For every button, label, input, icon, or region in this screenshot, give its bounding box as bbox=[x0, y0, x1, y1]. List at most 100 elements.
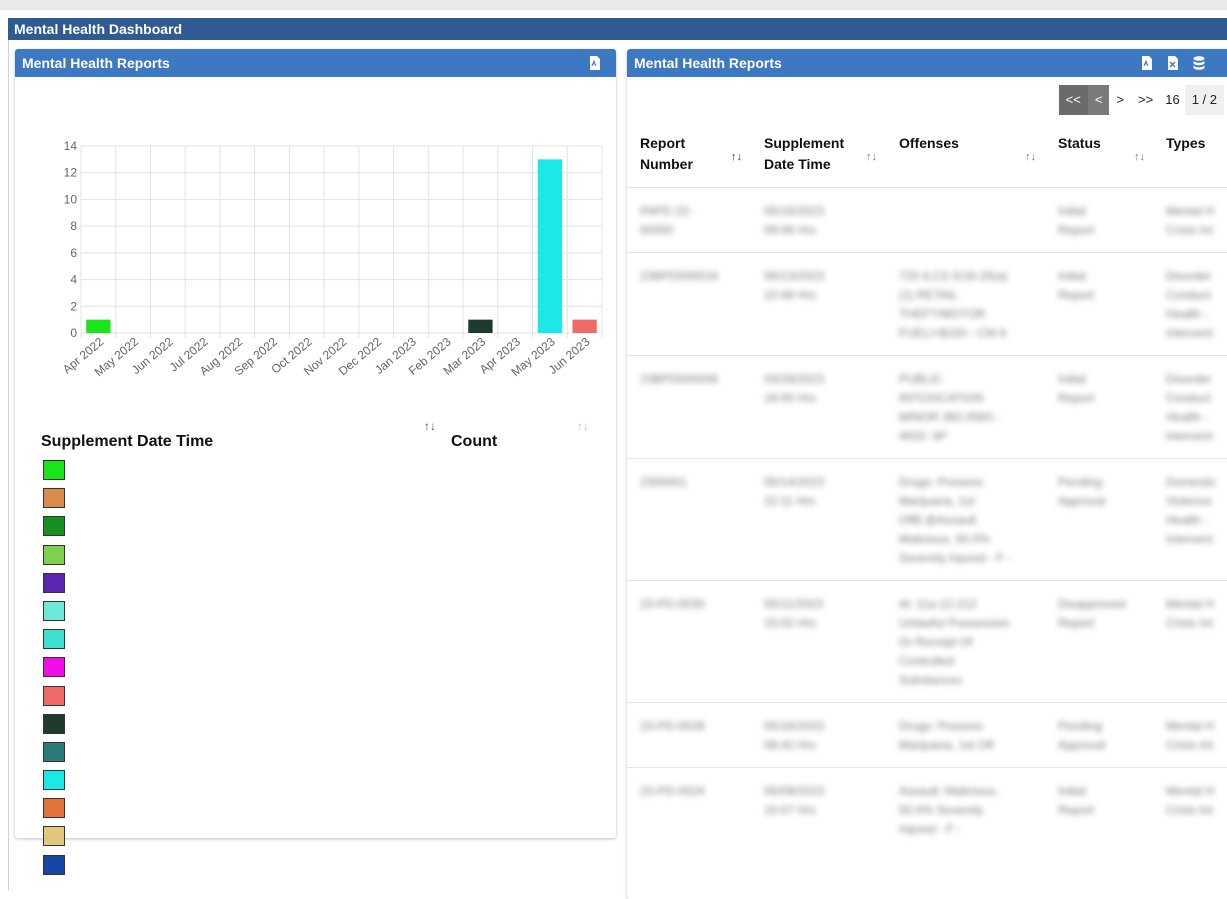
table-cell-datetime: 05/16/2023 08:42 Hrs bbox=[764, 719, 825, 752]
column-header[interactable]: Offenses bbox=[899, 133, 959, 154]
table-cell-status: Initial Report bbox=[1058, 204, 1095, 237]
legend-row bbox=[41, 570, 601, 598]
table-row[interactable]: 23-PD-0028 05/16/2023 08:42 Hrs Drugs: Poss… bbox=[627, 702, 1227, 767]
table-row[interactable]: 2300001 05/14/2023 22:11 Hrs Drugs: Possess… bbox=[627, 458, 1227, 580]
table-row[interactable]: PAPD 22- 00050 05/16/2023 09:08 Hrs Initial R… bbox=[627, 187, 1227, 252]
excel-icon[interactable] bbox=[1167, 56, 1179, 70]
y-tick-label: 8 bbox=[70, 219, 77, 233]
sort-icon[interactable]: ↑↓ bbox=[424, 419, 436, 433]
table-cell-offenses: Al: 11a-12-212 Unlawful Possession Or Rece… bbox=[899, 597, 1010, 687]
sort-icon[interactable]: ↑↓ bbox=[1025, 151, 1036, 163]
legend-row bbox=[41, 626, 601, 654]
sort-icon[interactable]: ↑↓ bbox=[577, 419, 589, 433]
reports-table-panel: Mental Health Reports << < > >> 16 1 / 2… bbox=[627, 49, 1227, 899]
table-cell-number: 23BPD000016 bbox=[640, 269, 719, 283]
page-indicator: 1 / 2 bbox=[1184, 85, 1224, 115]
table-cell-status: Pending Approval bbox=[1058, 719, 1106, 752]
sort-icon[interactable]: ↑↓ bbox=[1134, 151, 1145, 163]
reports-panel-header: Mental Health Reports bbox=[627, 49, 1227, 77]
table-cell-types: Disorder Conduct Health - Intervent bbox=[1166, 269, 1213, 340]
table-cell-offenses: Drugs: Possess Marijuana, 1st Off bbox=[899, 719, 994, 752]
legend-row bbox=[41, 711, 601, 739]
table-cell-status: Disapproved Report bbox=[1058, 597, 1126, 630]
legend-col-count-header[interactable]: Count bbox=[451, 433, 497, 451]
table-cell-types: Mental H Crisis Int bbox=[1166, 204, 1215, 237]
sort-icon[interactable]: ↑↓ bbox=[866, 151, 877, 163]
legend-color-swatch bbox=[43, 516, 65, 537]
table-cell-status: Pending Approval bbox=[1058, 475, 1106, 508]
table-cell-types: Domestic Violence Health - Intervent bbox=[1166, 475, 1217, 546]
bar-may-2023 bbox=[537, 159, 563, 333]
table-cell-offenses: Drugs: Possess Marijuana, 1st Offå @Assaul… bbox=[899, 475, 1012, 565]
table-cell-datetime: 03/28/2023 16:00 Hrs bbox=[764, 372, 825, 405]
legend-color-swatch bbox=[43, 685, 65, 706]
legend-row bbox=[41, 823, 601, 851]
column-header[interactable]: Types bbox=[1166, 133, 1205, 154]
table-row[interactable]: 23BPD000016 06/13/2023 10:48 Hrs 720 ILCS 5… bbox=[627, 252, 1227, 355]
legend-rows bbox=[41, 457, 601, 880]
table-row[interactable]: 23-PD-0030 05/11/2023 15:02 Hrs Al: 11a-12-… bbox=[627, 580, 1227, 702]
table-header: Report Number ↑↓ Supplement Date Time ↑↓ Offen… bbox=[627, 127, 1227, 187]
reports-panel-title: Mental Health Reports bbox=[634, 55, 782, 71]
legend-col-date-header[interactable]: Supplement Date Time bbox=[41, 433, 213, 451]
table-cell-number: 23-PD-0024 bbox=[640, 784, 705, 798]
legend-row bbox=[41, 767, 601, 795]
table-body: PAPD 22- 00050 05/16/2023 09:08 Hrs Initial R… bbox=[627, 187, 1227, 851]
table-cell-number: 23BPD000006 bbox=[640, 372, 719, 386]
browser-top-strip bbox=[0, 0, 1227, 10]
legend-color-swatch bbox=[43, 488, 65, 509]
table-cell-status: Initial Report bbox=[1058, 269, 1095, 302]
y-tick-label: 4 bbox=[70, 273, 77, 287]
left-divider bbox=[8, 40, 9, 890]
y-tick-label: 12 bbox=[64, 166, 78, 180]
next-page-button[interactable]: > bbox=[1109, 85, 1131, 115]
legend-color-swatch bbox=[43, 854, 65, 875]
table-row[interactable]: 23BPD000006 03/28/2023 16:00 Hrs PUBLIC INTO… bbox=[627, 355, 1227, 458]
table-cell-number: 2300001 bbox=[640, 475, 687, 489]
legend-row bbox=[41, 485, 601, 513]
table-cell-datetime: 05/14/2023 22:11 Hrs bbox=[764, 475, 825, 508]
legend-color-swatch bbox=[43, 798, 65, 819]
legend-row bbox=[41, 852, 601, 880]
legend-color-swatch bbox=[43, 713, 65, 734]
legend-color-swatch bbox=[43, 770, 65, 791]
column-header[interactable]: Report Number bbox=[640, 133, 693, 175]
legend-row bbox=[41, 457, 601, 485]
column-header[interactable]: Supplement Date Time bbox=[764, 133, 844, 175]
legend-row bbox=[41, 598, 601, 626]
y-tick-label: 0 bbox=[70, 326, 77, 340]
table-cell-datetime: 05/11/2023 15:02 Hrs bbox=[764, 597, 824, 630]
table-cell-offenses: 720 ILCS 5/16-25(a) (1) RETAIL THEFT/MOTOR… bbox=[899, 269, 1008, 340]
table-cell-number: PAPD 22- 00050 bbox=[640, 204, 693, 237]
first-page-button[interactable]: << bbox=[1058, 85, 1088, 115]
table-cell-status: Initial Report bbox=[1058, 784, 1095, 817]
bar-chart: 02468101214Apr 2022May 2022Jun 2022Jul 2… bbox=[60, 139, 603, 379]
database-icon[interactable] bbox=[1193, 56, 1205, 70]
bar-mar-2023 bbox=[468, 319, 493, 333]
chart-panel-title: Mental Health Reports bbox=[22, 55, 170, 71]
pdf-icon[interactable] bbox=[1141, 56, 1153, 70]
table-cell-number: 23-PD-0028 bbox=[640, 719, 705, 733]
legend-row bbox=[41, 654, 601, 682]
pagination: << < > >> 16 1 / 2 bbox=[1058, 85, 1224, 115]
table-row[interactable]: 23-PD-0024 05/09/2023 15:07 Hrs Assault: Ma… bbox=[627, 767, 1227, 851]
table-cell-types: Mental H Crisis Int bbox=[1166, 719, 1215, 752]
table-cell-datetime: 05/09/2023 15:07 Hrs bbox=[764, 784, 825, 817]
last-page-button[interactable]: >> bbox=[1131, 85, 1160, 115]
legend-color-swatch bbox=[43, 629, 65, 650]
pdf-icon[interactable] bbox=[589, 56, 601, 70]
column-header[interactable]: Status bbox=[1058, 133, 1101, 154]
table-cell-types: Mental H Crisis Int bbox=[1166, 597, 1215, 630]
legend-row bbox=[41, 513, 601, 541]
table-cell-offenses: PUBLIC INTOXICATION MINOR 382.0583 -4932- … bbox=[899, 372, 1000, 443]
y-tick-label: 10 bbox=[64, 192, 78, 206]
legend-row bbox=[41, 739, 601, 767]
chart-panel: Mental Health Reports 0 2 4 6 8 10 12 14 Apr 202… bbox=[15, 49, 616, 875]
legend-color-swatch bbox=[43, 460, 65, 480]
legend-color-swatch bbox=[43, 600, 65, 621]
legend-table: Supplement Date Time ↑↓ Count ↑↓ bbox=[41, 417, 601, 880]
legend-color-swatch bbox=[43, 657, 65, 678]
page-size-selector[interactable]: 16 bbox=[1160, 85, 1184, 115]
sort-icon[interactable]: ↑↓ bbox=[731, 151, 742, 163]
prev-page-button[interactable]: < bbox=[1087, 85, 1110, 115]
